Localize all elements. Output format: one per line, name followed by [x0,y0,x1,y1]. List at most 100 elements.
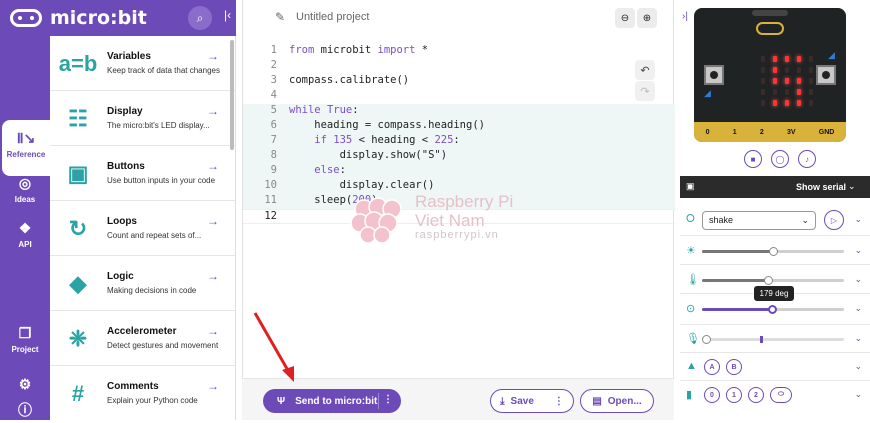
api-icon: ❖ [18,220,32,236]
show-serial-label[interactable]: Show serial [796,182,846,192]
led-4-3 [797,100,801,106]
send-to-microbit-button[interactable]: Ψ Send to micro:bit ⋮ [263,389,401,413]
zoom-out-button[interactable]: ⊖ [615,8,635,28]
slider-knob[interactable] [702,335,711,344]
slider-fill [702,250,772,253]
zoom-in-button[interactable]: ⊕ [637,8,657,28]
project-icon: ❐ [18,325,32,341]
reference-item-buttons[interactable]: ▣ Buttons Use button inputs in your code… [50,146,235,201]
slider-knob[interactable] [769,247,778,256]
pin-gnd[interactable]: GND [819,129,835,136]
serial-bar[interactable]: ▣ Show serial ⌄ [680,176,870,198]
reference-item-accelerometer[interactable]: ❈ Accelerometer Detect gestures and move… [50,311,235,366]
reference-scrollbar[interactable] [230,40,234,150]
reference-item-display[interactable]: ☷ Display The micro:bit's LED display...… [50,91,235,146]
microbit-logo[interactable]: micro:bit [10,6,147,30]
code-line: heading = compass.heading() [289,119,485,131]
usb-icon: Ψ [277,395,286,407]
rail-item-ideas[interactable]: ◎ Ideas [0,175,50,204]
board-button-b[interactable] [816,65,836,85]
settings-button[interactable]: ⚙ [0,376,50,396]
editor-header: ✎ Untitled project ⊖ ⊕ [243,0,673,36]
rail-label-reference: Reference [6,150,46,159]
open-button[interactable]: ▤ Open... [580,389,654,413]
save-button[interactable]: ⤓ Save ⋮ [490,389,574,413]
rail-item-reference[interactable]: Ⅱ↘ Reference [2,120,50,176]
reference-item-logic[interactable]: ◆ Logic Making decisions in code → [50,256,235,311]
compass-slider[interactable] [702,305,844,314]
sim-pin-0[interactable]: 0 [704,387,720,403]
chevron-down-icon[interactable]: ⌄ [854,214,862,225]
mute-button[interactable]: ♪ [798,150,816,168]
reference-item-loops[interactable]: ↻ Loops Count and repeat sets of... → [50,201,235,256]
line-number: 1 [270,44,277,56]
board-button-a[interactable] [704,65,724,85]
sim-pin-1[interactable]: 1 [726,387,742,403]
thermometer-icon: 🌡 [686,274,700,286]
board-logo-icon[interactable] [756,22,784,35]
led-2-2 [785,78,789,84]
reference-item-variables[interactable]: a=b Variables Keep track of data that ch… [50,36,235,91]
temperature-slider[interactable] [702,276,844,285]
pin-0[interactable]: 0 [706,129,710,136]
slider-knob[interactable] [764,276,773,285]
pin-2[interactable]: 2 [760,129,764,136]
code-line: from microbit import * [289,44,429,56]
search-button[interactable]: ⌕ [188,6,212,30]
watermark-title: Raspberry Pi [415,192,514,211]
left-rail [0,0,50,420]
project-name[interactable]: Untitled project [296,11,369,23]
chevron-down-icon[interactable]: ⌄ [854,245,862,256]
rail-item-api[interactable]: ❖ API [0,220,50,249]
chevron-down-icon[interactable]: ⌄ [854,274,862,285]
simulator-panel: ›| ◢ ◢ 0 1 2 3V GND ■ ◯ ♪ ▣ Show serial … [680,0,870,420]
slider-knob[interactable] [768,305,777,314]
sim-logo-touch[interactable]: ⬭ [770,387,792,403]
code-line: display.clear() [289,179,435,191]
collapse-simulator-icon[interactable]: ›| [682,11,688,22]
reset-button[interactable]: ◯ [771,150,789,168]
arrow-right-icon: → [207,104,219,118]
sim-button-b[interactable]: B [726,359,742,375]
gesture-play-button[interactable]: ▷ [824,210,844,230]
folder-icon: ▤ [592,395,602,407]
rail-item-project[interactable]: ❐ Project [0,325,50,354]
rail-label-ideas: Ideas [14,195,36,204]
sim-button-a[interactable]: A [704,359,720,375]
pin-3v[interactable]: 3V [787,129,796,136]
more-options-icon[interactable]: ⋮ [383,394,393,405]
pencil-icon[interactable]: ✎ [275,10,285,24]
chevron-down-icon[interactable]: ⌄ [854,333,862,344]
chevron-down-icon: ⌄ [801,215,809,225]
led-4-2 [785,100,789,106]
brand-name: micro:bit [50,7,147,29]
light-slider[interactable] [702,247,844,256]
reference-item-desc: Keep track of data that changes [107,66,220,75]
reference-item-comments[interactable]: # Comments Explain your Python code → [50,366,235,420]
pin-1[interactable]: 1 [733,129,737,136]
sound-slider[interactable] [702,335,844,344]
gesture-select[interactable]: shake ⌄ [702,211,816,230]
chevron-down-icon[interactable]: ⌄ [854,389,862,400]
led-3-1 [773,89,777,95]
reference-item-desc: Explain your Python code [107,396,198,405]
zoom-in-icon: ⊕ [642,12,652,24]
reference-item-desc: Detect gestures and movement [107,341,219,350]
chevron-down-icon[interactable]: ⌄ [854,361,862,372]
microbit-board-label [752,10,788,16]
sun-icon: ☀ [686,245,696,257]
editor-bottom-bar: Ψ Send to micro:bit ⋮ ⤓ Save ⋮ ▤ Open... [242,378,674,420]
send-button-label: Send to micro:bit [295,395,378,407]
collapse-sidebar-button[interactable]: |‹ [224,8,231,22]
save-more-icon[interactable]: ⋮ [554,396,564,407]
chevron-down-icon[interactable]: ⌄ [848,181,856,192]
stop-button[interactable]: ■ [744,150,762,168]
led-0-2 [785,56,789,62]
chevron-down-icon[interactable]: ⌄ [854,303,862,314]
line-number: 3 [270,74,277,86]
line-number: 6 [270,119,277,131]
reference-icon: Ⅱ↘ [16,130,36,146]
sim-pin-2[interactable]: 2 [748,387,764,403]
slider-fill [702,279,768,282]
reference-item-desc: Making decisions in code [107,286,197,295]
